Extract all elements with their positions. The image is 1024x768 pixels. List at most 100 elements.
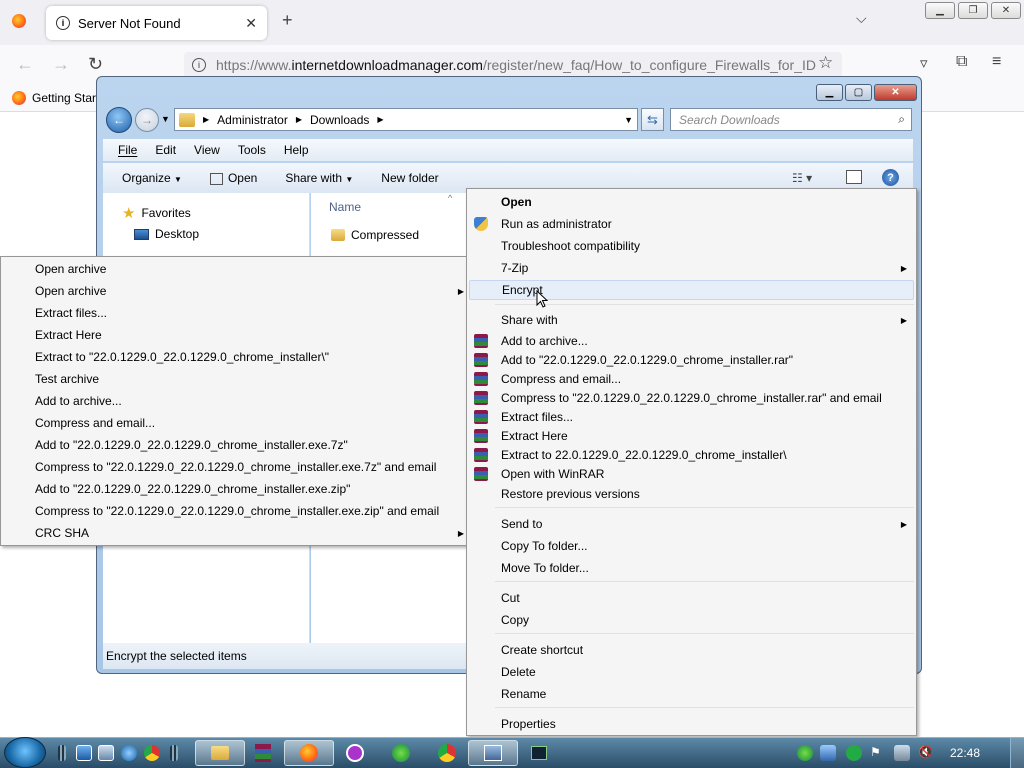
address-bar[interactable]: ▶ Administrator ▶ Downloads ▶ ▼	[174, 108, 638, 131]
close-icon[interactable]: ✕	[991, 2, 1021, 19]
close-icon[interactable]: ✕	[874, 84, 917, 101]
security-tray-icon[interactable]	[846, 745, 862, 761]
menu-item-add-to-archive[interactable]: Add to archive...	[1, 391, 473, 411]
menu-item-open[interactable]: Open	[467, 192, 916, 212]
menu-item-rar-add-archive[interactable]: Add to archive...	[467, 331, 916, 351]
taskbar-app-button[interactable]	[330, 740, 380, 766]
taskbar-chrome-button[interactable]	[422, 740, 472, 766]
firefox-icon[interactable]	[12, 14, 26, 31]
pocket-icon[interactable]: ▿	[920, 54, 928, 72]
action-center-flag-icon[interactable]: ⚑	[870, 745, 886, 761]
breadcrumb-administrator[interactable]: Administrator	[217, 113, 288, 127]
breadcrumb-arrow-icon[interactable]: ▶	[296, 115, 302, 124]
taskbar-winrar-button[interactable]	[238, 740, 288, 766]
maximize-icon[interactable]: ▢	[845, 84, 872, 101]
menu-tools[interactable]: Tools	[238, 143, 266, 157]
menu-item-add-to-7z[interactable]: Add to "22.0.1229.0_22.0.1229.0_chrome_i…	[1, 435, 473, 455]
menu-icon[interactable]: ≡	[992, 53, 1001, 71]
nav-favorites[interactable]: ★ Favorites	[122, 204, 191, 222]
menu-item-send-to[interactable]: Send to ▶	[467, 514, 916, 534]
menu-item-open-archive[interactable]: Open archive	[1, 259, 473, 279]
menu-view[interactable]: View	[194, 143, 220, 157]
list-item[interactable]: Compressed	[331, 228, 419, 242]
menu-item-open-with-winrar[interactable]: Open with WinRAR	[467, 464, 916, 484]
share-with-button[interactable]: Share with ▼	[285, 171, 353, 185]
taskbar-firefox-button[interactable]	[284, 740, 334, 766]
menu-item-create-shortcut[interactable]: Create shortcut	[467, 640, 916, 660]
column-header-name[interactable]: Name	[329, 200, 361, 214]
minimize-icon[interactable]: ▁	[816, 84, 843, 101]
extensions-icon[interactable]: ⧉	[956, 53, 967, 71]
search-input[interactable]: Search Downloads ⌕	[670, 108, 912, 131]
menu-item-copy[interactable]: Copy	[467, 610, 916, 630]
menu-item-move-to-folder[interactable]: Move To folder...	[467, 558, 916, 578]
menu-item-rar-compress-to-email[interactable]: Compress to "22.0.1229.0_22.0.1229.0_chr…	[467, 388, 916, 408]
internet-explorer-icon[interactable]	[121, 745, 137, 761]
address-dropdown-icon[interactable]: ▼	[624, 115, 633, 125]
new-tab-icon[interactable]: +	[282, 10, 293, 31]
menu-item-7zip[interactable]: 7-Zip ▶	[467, 258, 916, 278]
start-button[interactable]	[4, 737, 46, 768]
menu-item-extract-to[interactable]: Extract to "22.0.1229.0_22.0.1229.0_chro…	[1, 347, 473, 367]
refresh-icon[interactable]: ⇆	[641, 108, 664, 131]
menu-item-rename[interactable]: Rename	[467, 684, 916, 704]
bookmark-getting-started[interactable]: Getting Start	[32, 91, 99, 105]
back-icon[interactable]: ←	[106, 107, 132, 133]
taskbar-clock[interactable]: 22:48	[950, 746, 980, 760]
menu-item-properties[interactable]: Properties	[467, 714, 916, 734]
back-icon[interactable]: ←	[16, 54, 34, 75]
menu-item-rar-extract-files[interactable]: Extract files...	[467, 407, 916, 427]
menu-item-delete[interactable]: Delete	[467, 662, 916, 682]
menu-item-crc-sha[interactable]: CRC SHA ▶	[1, 523, 473, 543]
minimize-icon[interactable]: ▁	[925, 2, 955, 19]
forward-icon[interactable]: →	[52, 54, 70, 75]
show-desktop-icon[interactable]	[76, 745, 92, 761]
chevron-down-icon[interactable]: ⌵	[856, 10, 867, 27]
tray-icon[interactable]	[820, 745, 836, 761]
url-bar[interactable]: i https://www. internetdownloadmanager.co…	[184, 52, 842, 78]
open-button[interactable]: Open	[209, 171, 257, 185]
menu-item-compress-zip-email[interactable]: Compress to "22.0.1229.0_22.0.1229.0_chr…	[1, 501, 473, 521]
forward-icon[interactable]: →	[135, 108, 159, 132]
network-icon[interactable]	[894, 745, 910, 761]
menu-file[interactable]: File	[118, 143, 137, 157]
menu-item-copy-to-folder[interactable]: Copy To folder...	[467, 536, 916, 556]
menu-item-compress-7z-email[interactable]: Compress to "22.0.1229.0_22.0.1229.0_chr…	[1, 457, 473, 477]
menu-item-run-as-admin[interactable]: Run as administrator	[467, 214, 916, 234]
menu-help[interactable]: Help	[284, 143, 309, 157]
menu-item-open-archive-sub[interactable]: Open archive ▶	[1, 281, 473, 301]
taskbar-app-button[interactable]	[468, 740, 518, 766]
switch-windows-icon[interactable]	[98, 745, 114, 761]
volume-muted-icon[interactable]: 🔇	[918, 745, 934, 761]
organize-button[interactable]: Organize ▼	[122, 171, 182, 185]
chrome-icon[interactable]	[144, 745, 160, 761]
menu-item-test-archive[interactable]: Test archive	[1, 369, 473, 389]
menu-item-extract-files[interactable]: Extract files...	[1, 303, 473, 323]
help-icon[interactable]: ?	[882, 169, 899, 186]
bookmark-star-icon[interactable]: ☆	[818, 53, 833, 73]
network-tray-icon[interactable]	[797, 745, 813, 761]
menu-item-rar-extract-here[interactable]: Extract Here	[467, 426, 916, 446]
taskbar-terminal-button[interactable]	[514, 740, 564, 766]
breadcrumb-arrow-icon[interactable]: ▶	[203, 115, 209, 124]
taskbar-app-button[interactable]	[376, 740, 426, 766]
menu-item-rar-compress-email[interactable]: Compress and email...	[467, 369, 916, 389]
search-icon[interactable]: ⌕	[898, 112, 905, 127]
close-tab-icon[interactable]: ✕	[245, 15, 257, 32]
menu-item-restore-versions[interactable]: Restore previous versions	[467, 484, 916, 504]
menu-item-troubleshoot[interactable]: Troubleshoot compatibility	[467, 236, 916, 256]
menu-item-cut[interactable]: Cut	[467, 588, 916, 608]
breadcrumb-arrow-icon[interactable]: ▶	[377, 115, 383, 124]
view-options-icon[interactable]: ☷ ▾	[792, 171, 812, 185]
browser-tab[interactable]: i Server Not Found ✕	[46, 6, 267, 40]
menu-item-add-to-zip[interactable]: Add to "22.0.1229.0_22.0.1229.0_chrome_i…	[1, 479, 473, 499]
breadcrumb-downloads[interactable]: Downloads	[310, 113, 369, 127]
menu-item-share-with[interactable]: Share with ▶	[467, 310, 916, 330]
nav-desktop[interactable]: Desktop	[134, 227, 199, 241]
restore-icon[interactable]: ❐	[958, 2, 988, 19]
menu-item-rar-extract-to[interactable]: Extract to 22.0.1229.0_22.0.1229.0_chrom…	[467, 445, 916, 465]
menu-item-compress-email[interactable]: Compress and email...	[1, 413, 473, 433]
menu-item-extract-here[interactable]: Extract Here	[1, 325, 473, 345]
menu-edit[interactable]: Edit	[155, 143, 176, 157]
show-desktop-button[interactable]	[1010, 738, 1024, 768]
